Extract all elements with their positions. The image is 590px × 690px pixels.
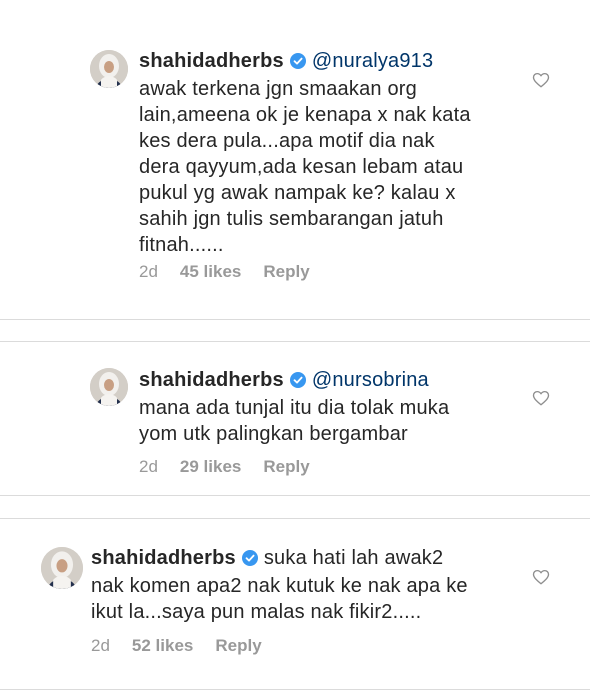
comment-time: 2d	[139, 262, 158, 281]
comment-body: shahidadherbs @nursobrina mana ada tunjal…	[139, 367, 539, 447]
heart-outline-icon[interactable]	[532, 71, 550, 89]
comment-meta: 2d 52 likes Reply	[91, 636, 284, 656]
heart-outline-icon[interactable]	[532, 568, 550, 586]
comment-time: 2d	[139, 457, 158, 476]
comment-text-line: mana ada tunjal itu dia tolak muka	[139, 397, 450, 419]
mention-link[interactable]: @nuralya913	[312, 50, 433, 72]
comment-text-line: nak komen apa2 nak kutuk ke nak apa ke	[91, 575, 468, 597]
comment-text-line: awak terkena jgn smaakan org	[139, 78, 417, 100]
avatar[interactable]	[90, 368, 128, 406]
verified-badge-icon	[289, 369, 306, 395]
comment-text-line: kes dera pula...apa motif dia nak	[139, 130, 435, 152]
comment-body: shahidadherbs @nuralya913 awak terkena jg…	[139, 48, 539, 258]
comment-text: suka hati lah awak2	[263, 547, 444, 569]
comment-text-line: dera qayyum,ada kesan lebam atau	[139, 156, 464, 178]
likes-count[interactable]: 29 likes	[180, 457, 241, 476]
comment-card: shahidadherbs @nuralya913 awak terkena jg…	[0, 0, 590, 320]
comment-body: shahidadherbs suka hati lah awak2 nak kom…	[91, 545, 541, 625]
heart-outline-icon[interactable]	[532, 389, 550, 407]
username[interactable]: shahidadherbs	[139, 50, 284, 72]
comment-meta: 2d 29 likes Reply	[139, 457, 332, 477]
comment-text-line: lain,ameena ok je kenapa x nak kata	[139, 104, 471, 126]
comment-meta: 2d 45 likes Reply	[139, 262, 332, 282]
mention-link[interactable]: @nursobrina	[312, 369, 429, 391]
comment-first-line: shahidadherbs @nursobrina	[139, 367, 539, 395]
comment-text-line: ikut la...saya pun malas nak fikir2.....	[91, 601, 422, 623]
avatar[interactable]	[90, 50, 128, 88]
verified-badge-icon	[241, 547, 258, 573]
reply-button[interactable]: Reply	[263, 457, 309, 476]
likes-count[interactable]: 52 likes	[132, 636, 193, 655]
comment-card: shahidadherbs @nursobrina mana ada tunjal…	[0, 341, 590, 496]
comment-text-line: sahih jgn tulis sembarangan jatuh	[139, 208, 444, 230]
verified-badge-icon	[289, 50, 306, 76]
comment-first-line: shahidadherbs @nuralya913	[139, 48, 539, 76]
comment-card: shahidadherbs suka hati lah awak2 nak kom…	[0, 518, 590, 690]
comment-time: 2d	[91, 636, 110, 655]
comment-text-line: fitnah......	[139, 234, 224, 256]
comment-first-line: shahidadherbs suka hati lah awak2	[91, 545, 541, 573]
username[interactable]: shahidadherbs	[91, 547, 236, 569]
reply-button[interactable]: Reply	[215, 636, 261, 655]
avatar[interactable]	[41, 547, 83, 589]
comment-text-line: pukul yg awak nampak ke? kalau x	[139, 182, 456, 204]
likes-count[interactable]: 45 likes	[180, 262, 241, 281]
username[interactable]: shahidadherbs	[139, 369, 284, 391]
comment-text-line: yom utk palingkan bergambar	[139, 423, 408, 445]
reply-button[interactable]: Reply	[263, 262, 309, 281]
